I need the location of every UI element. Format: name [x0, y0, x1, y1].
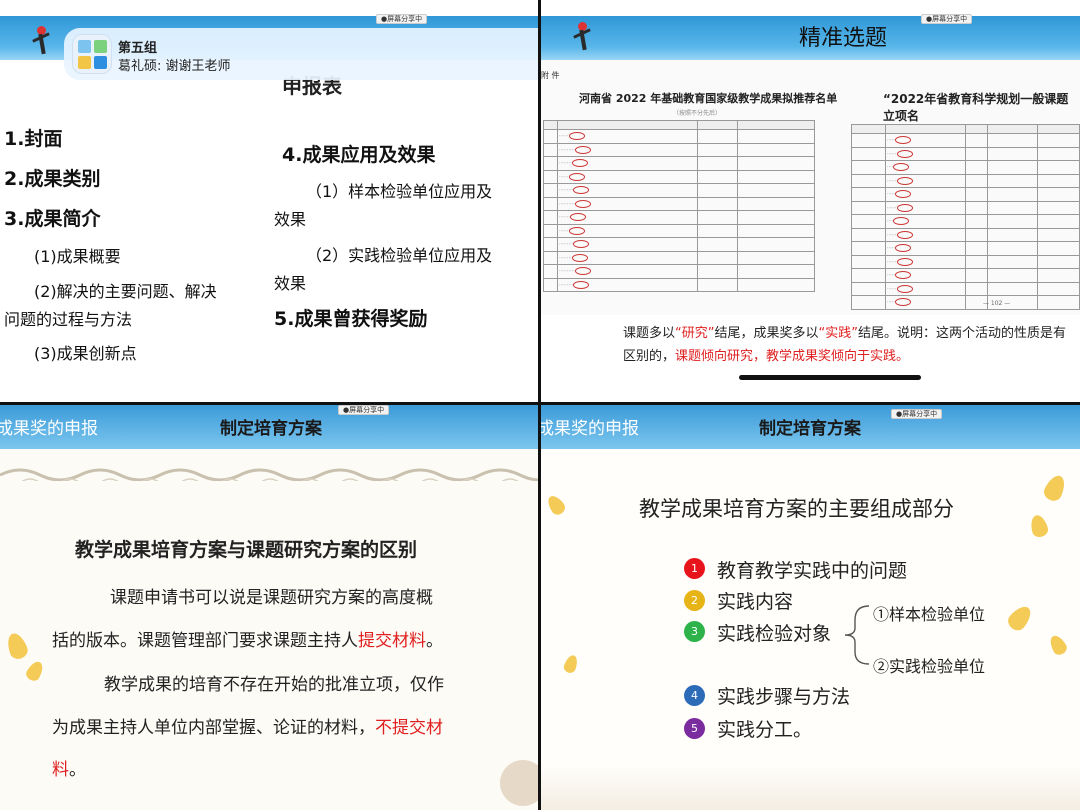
header-section-label: 成果奖的申报 [0, 419, 98, 439]
doc-left-title: 河南省 2022 年基础教育国家级教学成果拟推荐名单 [579, 92, 838, 105]
slide-panel-topic-selection: ●屏幕分享中 精准选题 附 件 河南省 2022 年基础教育国家级教学成果拟推荐… [541, 0, 1080, 402]
screen-share-badge: ●屏幕分享中 [921, 14, 973, 24]
list-item: 问题的过程与方法 [4, 310, 133, 329]
ginkgo-leaf-icon [4, 630, 30, 662]
ginkgo-leaf-icon [1028, 513, 1050, 539]
ginkgo-leaf-icon [544, 492, 568, 518]
slide-caption: 课题多以“研究”结尾，成果奖多以“实践”结尾。说明：这两个活动的性质是有区别的，… [623, 326, 1067, 364]
header-current-topic: 制定培育方案 [220, 419, 322, 439]
paragraph-line: 教学成果的培育不存在开始的批准立项，仅作 [104, 675, 444, 695]
doc-page-number: — 102 — [983, 300, 1011, 307]
component-item: 实践检验对象 [717, 623, 832, 645]
slide-header-bar: 成果奖的申报 制定培育方案 [0, 405, 538, 449]
list-item: 3.成果简介 [4, 208, 101, 230]
ginkgo-leaf-icon [1004, 602, 1036, 634]
paragraph-line: 料。 [52, 760, 86, 780]
list-item: 1.封面 [4, 128, 63, 150]
list-item: 4.成果应用及效果 [282, 144, 436, 166]
ginkgo-leaf-icon [1046, 632, 1070, 658]
number-badge: 5 [684, 718, 705, 739]
sub-item: ①样本检验单位 [873, 605, 986, 624]
ginkgo-leaf-icon [1041, 472, 1069, 504]
header-current-topic: 制定培育方案 [759, 419, 861, 439]
component-item: 实践分工。 [717, 719, 813, 741]
doc-left-subtitle: （按照不分先后） [673, 110, 722, 117]
component-item: 实践步骤与方法 [717, 686, 851, 708]
doc-right-title: “2022年省教育科学规划一般课题立项名 [883, 92, 1069, 123]
brace-connector [844, 605, 870, 665]
paragraph-line: 括的版本。课题管理部门要求课题主持人提交材料。 [52, 631, 443, 651]
call-group-name: 第五组 [118, 41, 158, 56]
sub-item: ②实践检验单位 [873, 657, 986, 676]
doc-left-table: ······ ·········· ········ ······ ······… [543, 120, 815, 292]
header-section-label: 成果奖的申报 [541, 419, 639, 439]
list-item: 效果 [274, 274, 307, 293]
slide-panel-plan-vs-research: 成果奖的申报 制定培育方案 ●屏幕分享中 教学成果培育方案与课题研究方案的区别 … [0, 405, 538, 810]
screen-share-badge: ●屏幕分享中 [338, 405, 390, 415]
list-item: （1）样本检验单位应用及 [306, 182, 493, 201]
list-item: (3)成果创新点 [34, 344, 137, 363]
screen-share-badge: ●屏幕分享中 [891, 409, 943, 419]
ginkgo-leaf-icon [23, 658, 47, 684]
slide-panel-plan-components: 成果奖的申报 制定培育方案 ●屏幕分享中 教学成果培育方案的主要组成部分 1 教… [541, 405, 1080, 810]
annex-label: 附 件 [541, 71, 560, 80]
list-item: (1)成果概要 [34, 247, 121, 266]
screen-share-badge: ●屏幕分享中 [376, 14, 428, 24]
list-item: 效果 [274, 210, 307, 229]
doc-right-table: ····· ······ ···· ······ ····· ······ ··… [851, 124, 1080, 310]
slide-heading: 教学成果培育方案与课题研究方案的区别 [75, 539, 418, 561]
logo-figure-icon [571, 22, 593, 52]
call-notification[interactable]: 第五组 葛礼硕: 谢谢王老师 [64, 28, 538, 80]
number-badge: 4 [684, 685, 705, 706]
list-item: (2)解决的主要问题、解决 [34, 282, 217, 301]
component-item: 教育教学实践中的问题 [717, 560, 908, 582]
decorative-circle [500, 760, 538, 806]
component-item: 实践内容 [717, 591, 794, 613]
document-screenshot: 附 件 河南省 2022 年基础教育国家级教学成果拟推荐名单 （按照不分先后） … [541, 60, 1080, 315]
lace-border-decoration [0, 468, 538, 481]
list-item: 5.成果曾获得奖励 [274, 308, 428, 330]
paragraph-line: 为成果主持人单位内部堂握、论证的材料，不提交材 [52, 718, 443, 738]
number-badge: 3 [684, 621, 705, 642]
paragraph-line: 课题申请书可以说是课题研究方案的高度概 [110, 588, 433, 608]
logo-figure-icon [30, 26, 52, 56]
group-avatar-icon [72, 34, 112, 74]
slide-header-bar: 成果奖的申报 制定培育方案 [541, 405, 1080, 449]
ginkgo-leaf-icon [562, 653, 580, 675]
number-badge: 2 [684, 590, 705, 611]
slide-panel-application-form: ●屏幕分享中 申报表 第五组 葛礼硕: 谢谢王老师 1.封面 2.成果类别 3.… [0, 0, 538, 402]
list-item: （2）实践检验单位应用及 [306, 246, 493, 265]
ground-decoration [541, 765, 1080, 810]
number-badge: 1 [684, 558, 705, 579]
slide-heading: 教学成果培育方案的主要组成部分 [639, 497, 954, 521]
home-indicator[interactable] [739, 375, 921, 380]
call-message: 葛礼硕: 谢谢王老师 [118, 59, 231, 74]
list-item: 2.成果类别 [4, 168, 101, 190]
slide-title: 精准选题 [799, 26, 888, 51]
